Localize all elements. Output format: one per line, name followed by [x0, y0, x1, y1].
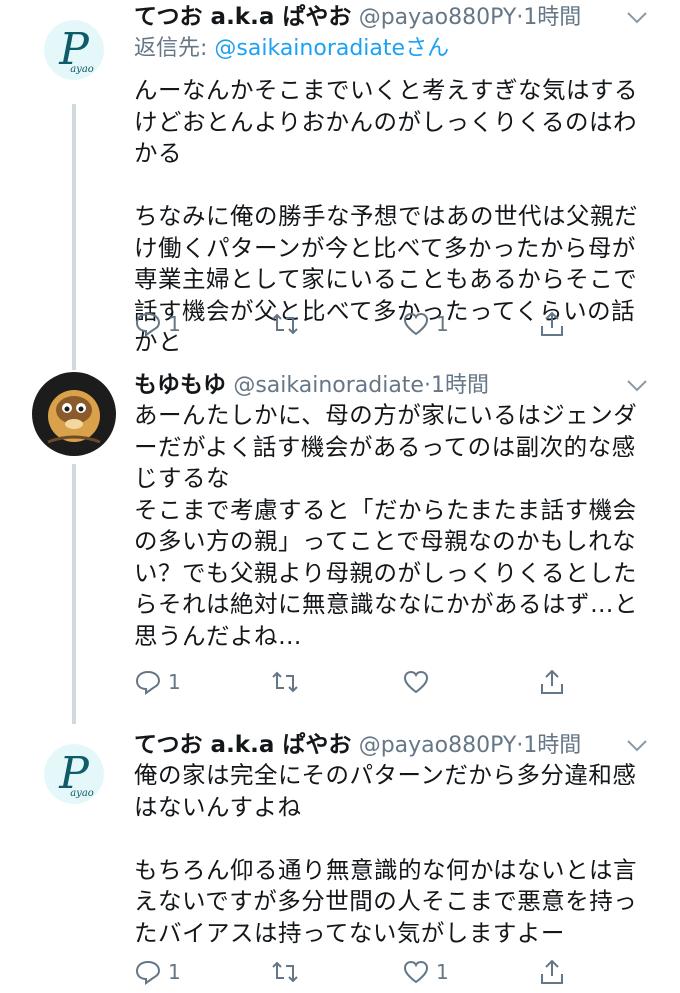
user-handle[interactable]: @payao880PY	[359, 5, 517, 30]
avatar-payao[interactable]: P ayao	[32, 8, 116, 92]
tweet-actions: 1	[134, 666, 574, 698]
retweet-button[interactable]	[271, 956, 305, 988]
display-name[interactable]: てつお a.k.a ぱやお	[134, 732, 351, 758]
avatar-moyumoyu[interactable]	[32, 372, 116, 456]
reply-icon	[135, 670, 161, 695]
tweet-header: てつお a.k.a ぱやお @payao880PY·1時間	[134, 0, 660, 34]
like-button[interactable]	[402, 666, 436, 698]
like-button[interactable]: 1	[402, 956, 449, 988]
like-count: 1	[436, 312, 449, 336]
thread-line	[72, 352, 76, 370]
retweet-button[interactable]	[271, 666, 305, 698]
reply-count: 1	[168, 312, 181, 336]
reply-context: 返信先: @saikainoradiateさん	[134, 33, 449, 65]
caret-down-icon[interactable]	[624, 4, 650, 30]
tweet-1[interactable]: P ayao てつお a.k.a ぱやお @payao880PY·1時間 返信先…	[0, 0, 680, 356]
reply-button[interactable]: 1	[134, 308, 181, 340]
user-handle[interactable]: @payao880PY	[359, 733, 517, 758]
like-icon	[403, 960, 429, 984]
tweet-text: あーんたしかに、母の方が家にいるはジェンダーだがよく話す機会があるってのは副次的…	[134, 401, 638, 650]
display-name[interactable]: てつお a.k.a ぱやお	[134, 4, 351, 30]
tweet-text: 俺の家は完全にそのパターンだから多分違和感はないんすよね もちろん仰る通り無意識…	[134, 761, 638, 947]
avatar-sub: ayao	[70, 64, 94, 75]
caret-down-icon[interactable]	[624, 372, 650, 398]
avatar-payao[interactable]: P ayao	[32, 732, 116, 816]
thread-line	[72, 464, 76, 712]
share-icon	[541, 669, 563, 694]
reply-button[interactable]: 1	[134, 956, 181, 988]
like-icon	[403, 312, 429, 336]
avatar-sub: ayao	[70, 788, 94, 799]
reply-suffix: さん	[405, 36, 450, 61]
tweet-header: もゆもゆ @saikainoradiate·1時間	[134, 368, 660, 402]
share-icon	[541, 311, 563, 336]
like-button[interactable]: 1	[402, 308, 449, 340]
like-icon	[403, 670, 429, 694]
timestamp[interactable]: 1時間	[523, 5, 581, 30]
retweet-icon	[272, 671, 298, 693]
reply-count: 1	[168, 670, 181, 694]
share-icon	[541, 959, 563, 984]
reply-handle-link[interactable]: @saikainoradiate	[214, 36, 405, 61]
tweet-header: てつお a.k.a ぱやお @payao880PY·1時間	[134, 728, 660, 762]
tweet-2[interactable]: もゆもゆ @saikainoradiate·1時間 あーんたしかに、母の方が家に…	[0, 352, 680, 712]
reply-button[interactable]: 1	[134, 666, 181, 698]
tweet-actions: 1 1	[134, 308, 574, 340]
user-handle[interactable]: @saikainoradiate	[233, 373, 424, 398]
thread-line	[72, 104, 76, 352]
thread-line	[72, 712, 76, 724]
retweet-icon	[272, 961, 298, 983]
display-name[interactable]: もゆもゆ	[134, 372, 226, 398]
caret-down-icon[interactable]	[624, 732, 650, 758]
reply-prefix: 返信先:	[134, 36, 215, 61]
meta-dot: ·	[423, 373, 431, 398]
share-button[interactable]	[538, 666, 566, 698]
like-count: 1	[436, 960, 449, 984]
tweet-3[interactable]: P ayao てつお a.k.a ぱやお @payao880PY·1時間 俺の家…	[0, 712, 680, 993]
share-button[interactable]	[538, 308, 566, 340]
reply-count: 1	[168, 960, 181, 984]
tweet-actions: 1 1	[134, 956, 574, 988]
timestamp[interactable]: 1時間	[431, 373, 489, 398]
reply-icon	[135, 960, 161, 985]
retweet-icon	[272, 313, 298, 335]
share-button[interactable]	[538, 956, 566, 988]
timestamp[interactable]: 1時間	[523, 733, 581, 758]
retweet-button[interactable]	[271, 308, 305, 340]
reply-icon	[135, 312, 161, 337]
